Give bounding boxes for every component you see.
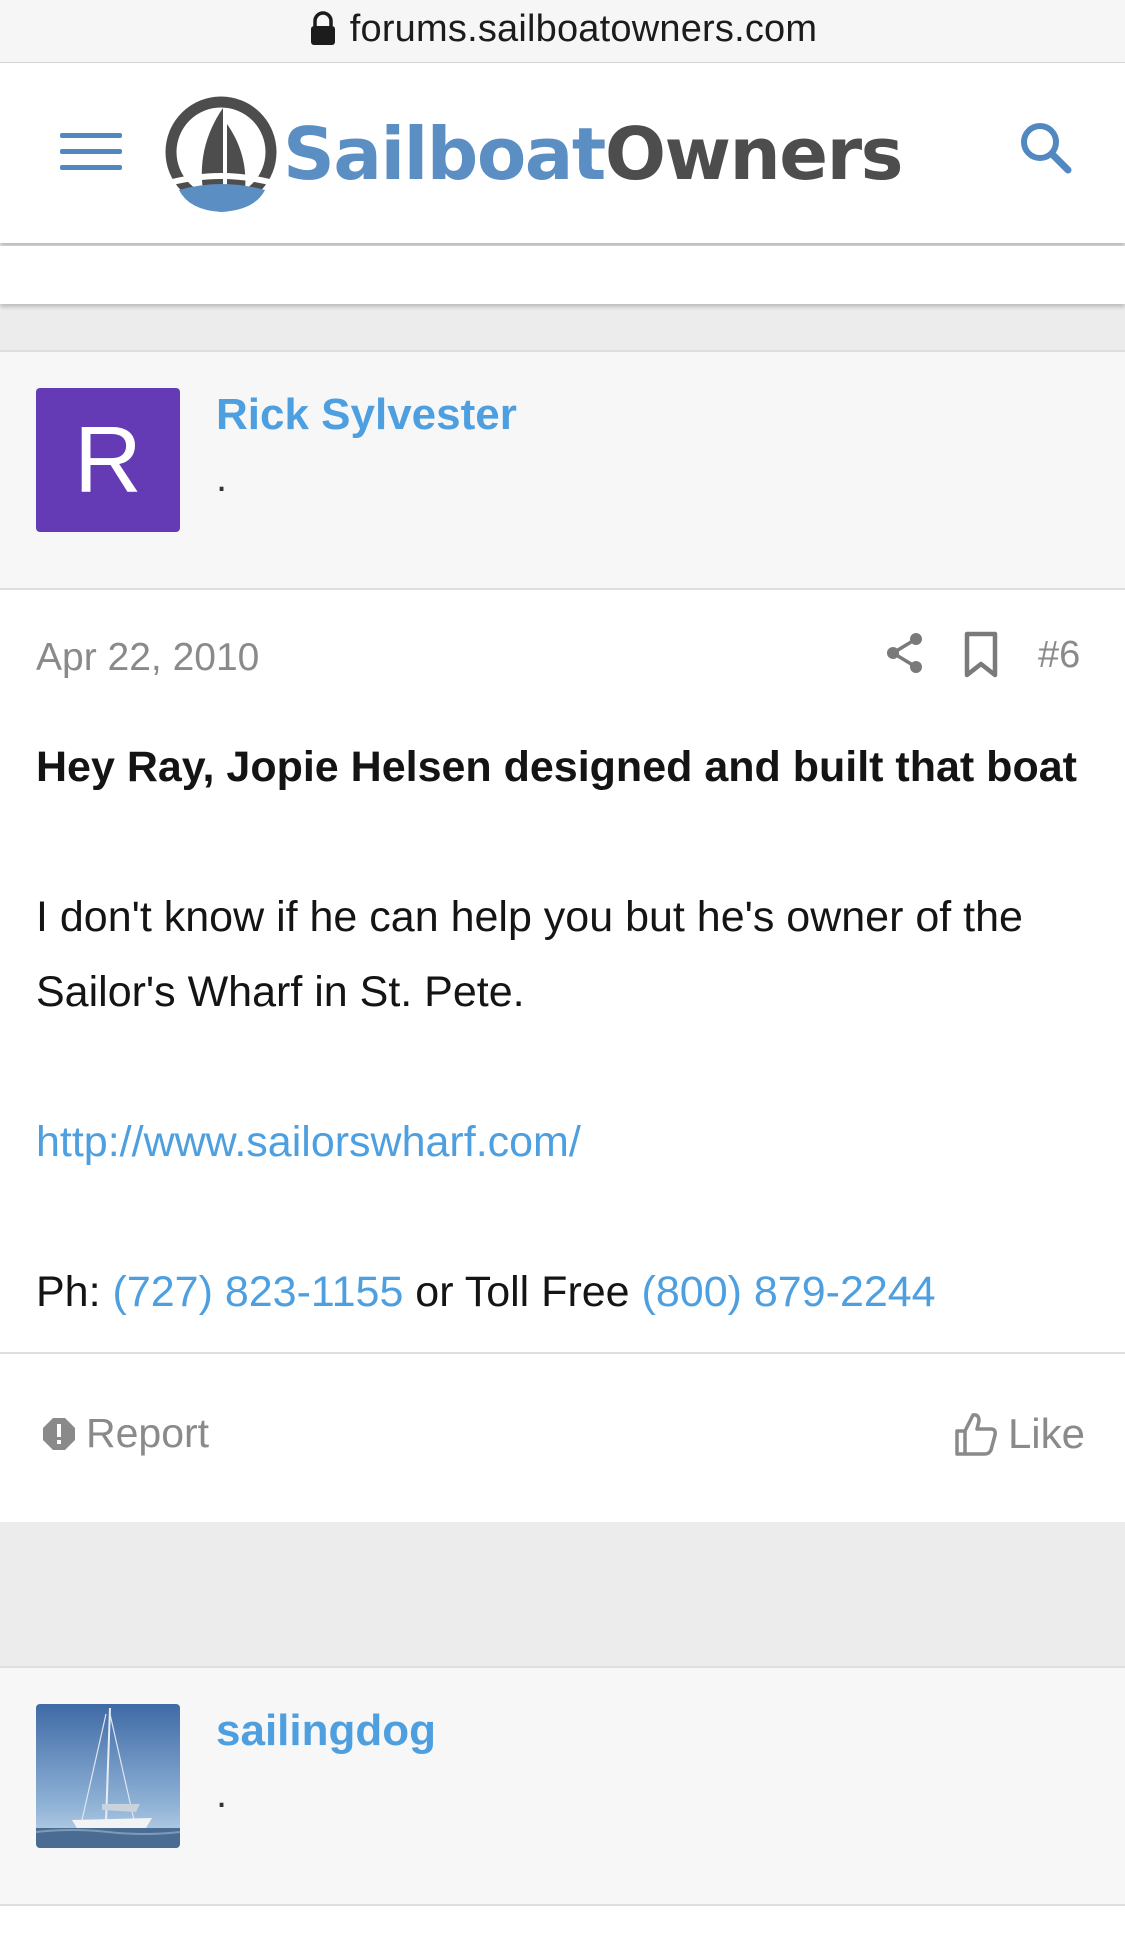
- like-label: Like: [1007, 1410, 1085, 1457]
- user-title: .: [216, 456, 228, 500]
- post-meta: Apr 22, 2010 #6: [0, 590, 1125, 730]
- forum-post: sailingdog .: [0, 1666, 1125, 1941]
- search-icon[interactable]: [1016, 118, 1076, 178]
- user-title: .: [216, 1772, 228, 1816]
- post-body: Hey Ray, Jopie Helsen designed and built…: [0, 730, 1125, 1352]
- site-header: SailboatOwners: [0, 63, 1125, 243]
- bookmark-icon[interactable]: [963, 631, 999, 679]
- thumbs-up-icon: [955, 1413, 997, 1456]
- toll-free-phone-link[interactable]: (800) 879-2244: [642, 1268, 936, 1316]
- lock-icon: [310, 11, 335, 45]
- username[interactable]: Rick Sylvester: [216, 390, 517, 440]
- post-text-line: I don't know if he can help you but he's…: [36, 893, 1023, 1016]
- post-text-line: Hey Ray, Jopie Helsen designed and built…: [36, 743, 1077, 791]
- report-button[interactable]: Report: [42, 1410, 209, 1457]
- report-label: Report: [86, 1410, 210, 1456]
- post-link[interactable]: http://www.sailorswharf.com/: [36, 1118, 581, 1166]
- post-actions: Report Like: [0, 1352, 1125, 1522]
- site-logo[interactable]: SailboatOwners: [165, 89, 904, 219]
- hamburger-menu-icon[interactable]: [60, 133, 122, 175]
- post-number[interactable]: #6: [1038, 634, 1080, 677]
- post-user-header: R Rick Sylvester .: [0, 350, 1125, 590]
- browser-url-bar[interactable]: forums.sailboatowners.com: [0, 0, 1125, 63]
- like-button[interactable]: Like: [954, 1410, 1085, 1458]
- browser-url[interactable]: forums.sailboatowners.com: [350, 8, 818, 51]
- share-icon[interactable]: [885, 631, 925, 675]
- post-date[interactable]: Apr 22, 2010: [36, 636, 259, 680]
- avatar[interactable]: [36, 1704, 180, 1848]
- post-phone-line: Ph: (727) 823-1155 or Toll Free (800) 87…: [36, 1268, 936, 1316]
- sailboat-photo: [36, 1704, 180, 1848]
- sailboat-logo-icon: [165, 96, 277, 212]
- username[interactable]: sailingdog: [216, 1706, 436, 1756]
- avatar[interactable]: R: [36, 388, 180, 532]
- sub-navigation-bar: [0, 246, 1125, 304]
- phone-link[interactable]: (727) 823-1155: [113, 1268, 404, 1316]
- site-brand-name: SailboatOwners: [283, 112, 904, 196]
- post-user-header: sailingdog .: [0, 1666, 1125, 1906]
- forum-post: R Rick Sylvester . Apr 22, 2010 #6 Hey R…: [0, 350, 1125, 1522]
- avatar-letter: R: [74, 407, 142, 512]
- report-icon: [43, 1417, 75, 1450]
